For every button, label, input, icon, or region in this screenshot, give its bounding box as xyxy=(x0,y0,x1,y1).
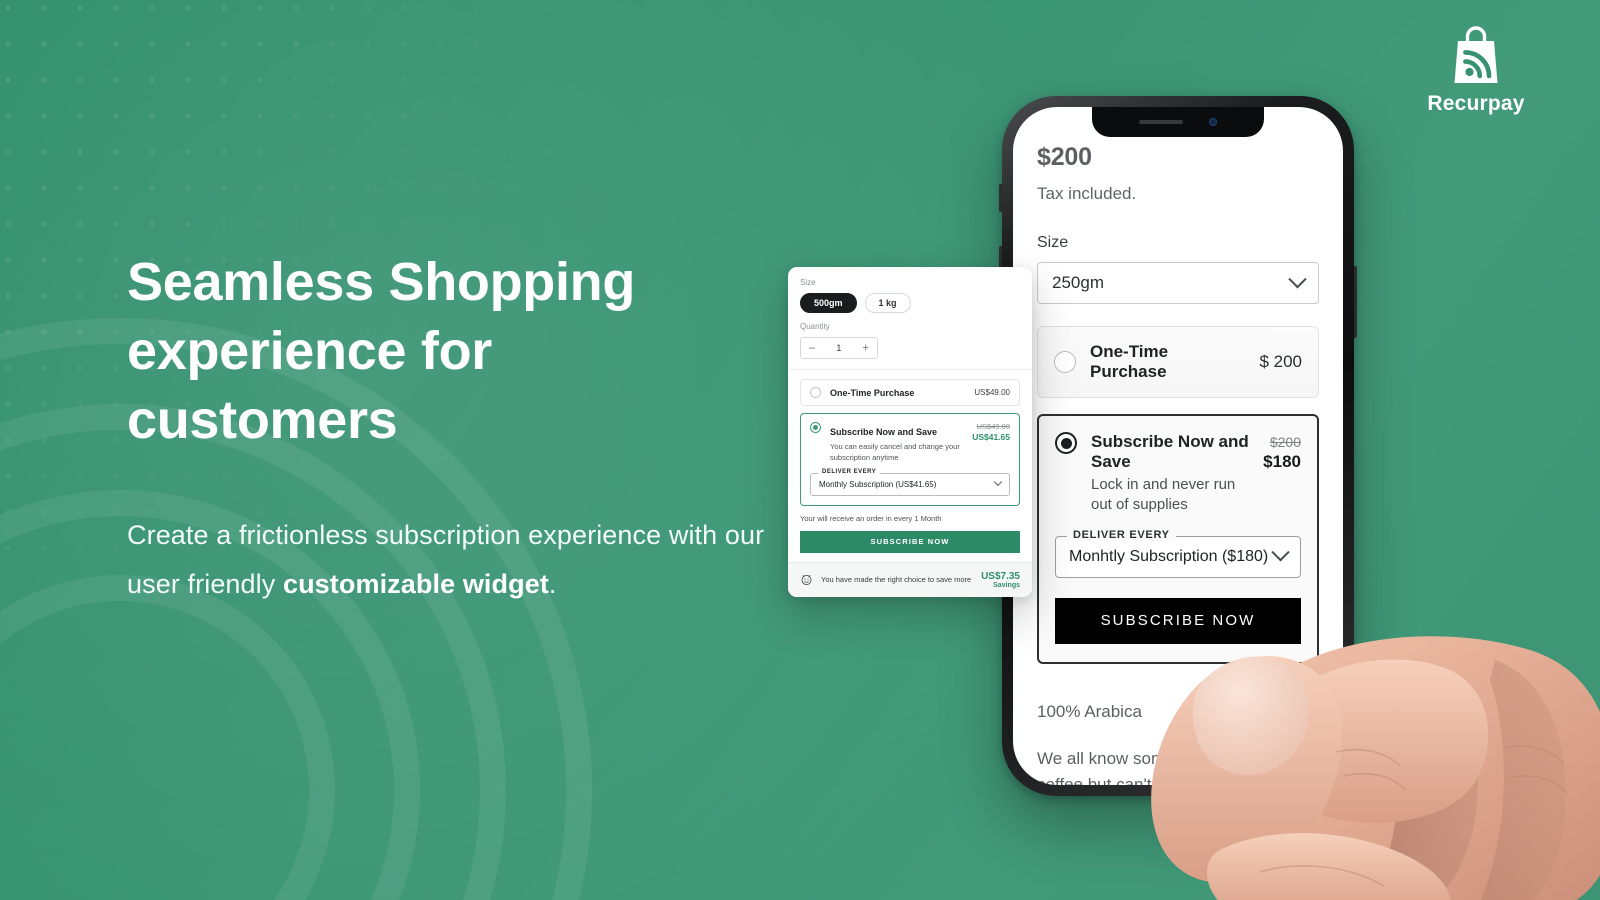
subscribe-radio[interactable] xyxy=(1055,432,1077,454)
chevron-down-icon xyxy=(993,477,1003,487)
subscribe-original-price: $200 xyxy=(1269,434,1301,450)
widget-deliver-every-value: Monthly Subscription (US$41.65) xyxy=(819,479,937,489)
phone-mute-switch xyxy=(999,184,1002,212)
widget-order-note: Your will receive an order in every 1 Mo… xyxy=(800,513,942,523)
widget-one-time-radio[interactable] xyxy=(810,387,821,398)
one-time-price: $ 200 xyxy=(1259,352,1302,371)
subscribe-current-price: $180 xyxy=(1263,452,1301,471)
quantity-value: 1 xyxy=(836,343,842,353)
deliver-every-value: Monhtly Subscription ($180) xyxy=(1069,547,1269,565)
widget-one-time-price: US$49.00 xyxy=(974,388,1010,397)
chevron-down-icon xyxy=(1271,543,1290,562)
brand-name: Recurpay xyxy=(1427,92,1525,115)
deliver-every-legend: DELIVER EVERY xyxy=(1067,528,1176,541)
product-description-body: We all know someone that taste of coffee… xyxy=(1037,748,1297,786)
widget-size-label: Size xyxy=(800,278,816,287)
product-description-title: 100% Arabica xyxy=(1037,701,1142,721)
brand-logo[interactable]: Recurpay xyxy=(1396,24,1556,116)
widget-quantity-stepper[interactable]: – 1 + xyxy=(800,337,878,359)
phone-notch xyxy=(1092,107,1264,137)
hero-subtitle-tail: . xyxy=(548,569,557,600)
product-price: $200 xyxy=(1037,143,1092,171)
widget-one-time-option[interactable]: One-Time Purchase US$49.00 xyxy=(800,379,1020,406)
size-select[interactable]: 250gm xyxy=(1037,262,1319,304)
widget-subscribe-original-price: US$49.00 xyxy=(976,422,1010,431)
widget-subscribe-current-price: US$41.65 xyxy=(972,432,1010,442)
widget-savings-sublabel: Savings xyxy=(993,581,1020,589)
widget-one-time-label: One-Time Purchase xyxy=(830,387,915,398)
one-time-purchase-option[interactable]: One-Time Purchase $ 200 xyxy=(1037,326,1319,398)
earpiece-speaker-icon xyxy=(1139,120,1183,124)
widget-size-option-500gm[interactable]: 500gm xyxy=(800,293,857,313)
widget-size-options: 500gm 1 kg xyxy=(800,293,1020,313)
one-time-radio[interactable] xyxy=(1054,351,1076,373)
widget-subscribe-sublabel: You can easily cancel and change your su… xyxy=(830,442,960,462)
widget-subscribe-now-button[interactable]: SUBSCRIBE NOW xyxy=(800,530,1020,553)
widget-subscribe-option[interactable]: Subscribe Now and Save You can easily ca… xyxy=(800,413,1020,506)
widget-deliver-every-fieldset[interactable]: DELIVER EVERY Monthly Subscription (US$4… xyxy=(810,468,1010,496)
chevron-down-icon xyxy=(1288,269,1307,288)
tax-note: Tax included. xyxy=(1037,184,1137,203)
phone-screen: $200 Tax included. Size 250gm One-Time P… xyxy=(1013,107,1343,785)
subscribe-sublabel: Lock in and never run out of supplies xyxy=(1091,476,1236,514)
hero-section: Seamless Shopping experience for custome… xyxy=(127,248,767,610)
quantity-increment-button[interactable]: + xyxy=(863,342,869,354)
widget-deliver-every-legend: DELIVER EVERY xyxy=(818,468,881,475)
widget-divider xyxy=(788,369,1032,370)
size-label: Size xyxy=(1037,234,1069,251)
phone-mockup: $200 Tax included. Size 250gm One-Time P… xyxy=(999,96,1357,796)
shopping-bag-signal-icon xyxy=(1454,26,1498,83)
subscribe-label: Subscribe Now and Save xyxy=(1091,432,1249,471)
size-select-value: 250gm xyxy=(1052,273,1104,292)
subscribe-now-button[interactable]: SUBSCRIBE NOW xyxy=(1055,597,1301,644)
one-time-label: One-Time Purchase xyxy=(1090,342,1169,381)
quantity-decrement-button[interactable]: – xyxy=(809,342,815,354)
widget-subscribe-radio[interactable] xyxy=(810,422,821,433)
subscription-widget-card: Size 500gm 1 kg Quantity – 1 + One-Time … xyxy=(788,267,1032,597)
product-page: $200 Tax included. Size 250gm One-Time P… xyxy=(1013,107,1343,785)
widget-savings-text: You have made the right choice to save m… xyxy=(821,574,972,584)
widget-savings-banner: You have made the right choice to save m… xyxy=(788,561,1032,597)
subscribe-option[interactable]: Subscribe Now and Save Lock in and never… xyxy=(1037,414,1319,664)
hero-subtitle: Create a frictionless subscription exper… xyxy=(127,511,767,609)
hero-subtitle-emphasis: customizable widget xyxy=(282,569,549,600)
widget-savings-amount: US$7.35 xyxy=(981,570,1020,582)
deliver-every-fieldset[interactable]: DELIVER EVERY Monhtly Subscription ($180… xyxy=(1055,528,1301,578)
widget-subscribe-label: Subscribe Now and Save xyxy=(830,427,938,437)
phone-power-button xyxy=(1354,266,1357,338)
page-title: Seamless Shopping experience for custome… xyxy=(127,252,636,451)
smiley-face-icon xyxy=(801,575,812,586)
front-camera-icon xyxy=(1209,118,1217,126)
widget-size-option-1kg[interactable]: 1 kg xyxy=(864,293,911,313)
widget-quantity-label: Quantity xyxy=(800,322,830,331)
